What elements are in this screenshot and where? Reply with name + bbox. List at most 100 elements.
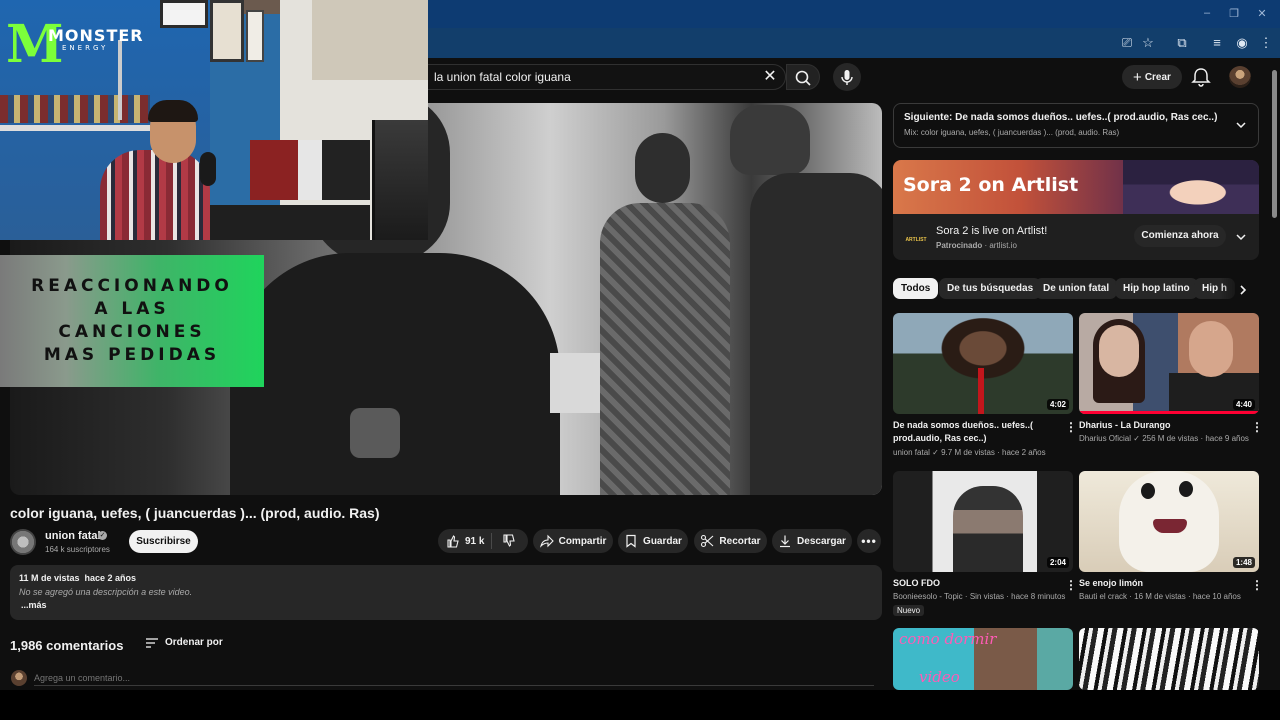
minimize-icon[interactable]: – <box>1200 7 1214 19</box>
menu-icon[interactable]: ⋮ <box>1256 33 1276 53</box>
webcam-curtain <box>312 0 428 80</box>
user-avatar[interactable] <box>1229 66 1251 88</box>
monster-logo-text: MONSTER <box>48 26 144 45</box>
more-vert-icon[interactable]: ⋮ <box>1065 420 1077 434</box>
thumbnail-detail <box>978 368 984 414</box>
commenter-avatar <box>11 670 27 686</box>
chevron-right-icon[interactable] <box>1236 283 1250 297</box>
view-stats: 11 M de vistas hace 2 años <box>19 573 137 583</box>
more-vert-icon[interactable]: ⋮ <box>1251 578 1263 592</box>
ad-artwork <box>1123 160 1259 214</box>
duration-badge: 4:40 <box>1232 399 1255 410</box>
sort-icon[interactable] <box>145 637 159 649</box>
related-thumbnail[interactable] <box>1079 628 1259 690</box>
search-icon <box>795 70 811 86</box>
chip-from-searches[interactable]: De tus búsquedas <box>939 278 1042 299</box>
related-thumbnail[interactable]: como dormir video <box>893 628 1073 690</box>
clip-button[interactable]: Recortar <box>694 529 767 553</box>
thumbnail-detail <box>1179 481 1193 497</box>
up-next-title: Siguiente: De nada somos dueños.. uefes.… <box>904 112 1218 123</box>
reaction-banner: REACCIONANDO A LAS CANCIONES MAS PEDIDAS <box>0 255 264 387</box>
more-vert-icon[interactable]: ⋮ <box>1065 578 1077 592</box>
close-icon[interactable]: ✕ <box>762 68 778 86</box>
more-vert-icon[interactable]: ⋮ <box>1251 420 1263 434</box>
video-frame-figure <box>600 203 730 495</box>
more-actions-button[interactable]: ••• <box>857 529 881 553</box>
thumbnail-detail <box>1153 519 1187 533</box>
ad-domain: artlist.io <box>989 241 1017 250</box>
ad-title: Sora 2 is live on Artlist! <box>936 225 1048 237</box>
related-thumbnail[interactable]: 2:04 <box>893 471 1073 572</box>
related-title[interactable]: SOLO FDO <box>893 577 1058 590</box>
more-horizontal-icon: ••• <box>861 534 877 548</box>
subscribe-button[interactable]: Suscribirse <box>129 530 198 553</box>
up-next-card[interactable] <box>893 103 1259 148</box>
cast-icon[interactable]: ⎚ <box>1117 33 1137 53</box>
media-queue-icon[interactable]: ≡ <box>1207 33 1227 53</box>
webcam-monitor <box>372 120 428 240</box>
banner-line: REACCIONANDO <box>31 276 233 296</box>
mic-icon <box>841 70 853 85</box>
close-icon[interactable]: ✕ <box>1255 7 1269 20</box>
video-frame-figure <box>635 133 690 203</box>
video-frame-cup <box>350 408 400 458</box>
comment-input[interactable] <box>34 671 874 686</box>
related-channel[interactable]: union fatal <box>893 448 930 457</box>
chip-from-channel[interactable]: De union fatal <box>1035 278 1118 299</box>
chip-all[interactable]: Todos <box>893 278 939 299</box>
dislike-button[interactable] <box>499 534 519 548</box>
notifications-button[interactable] <box>1190 64 1212 90</box>
related-channel[interactable]: Boonieesolo - Topic <box>893 592 963 601</box>
channel-avatar[interactable] <box>10 529 36 555</box>
bell-icon <box>1191 68 1211 87</box>
sponsored-ad[interactable]: Sora 2 on Artlist ARTLIST Sora 2 is live… <box>893 160 1259 260</box>
video-frame-figure <box>750 173 882 495</box>
channel-name[interactable]: union fatal <box>45 530 101 542</box>
streamer-shirt <box>100 150 210 240</box>
search-input[interactable] <box>434 68 754 86</box>
share-button[interactable]: Compartir <box>533 529 613 553</box>
star-icon[interactable]: ☆ <box>1138 33 1158 53</box>
voice-search-button[interactable] <box>833 63 861 91</box>
thumbnail-text: video <box>919 668 960 686</box>
bookmark-icon <box>626 534 636 548</box>
new-badge: Nuevo <box>893 605 925 616</box>
download-button[interactable]: Descargar <box>772 529 852 553</box>
search-button[interactable] <box>786 64 820 90</box>
chevron-down-icon[interactable] <box>1234 118 1248 132</box>
profile-icon[interactable]: ◉ <box>1232 33 1252 53</box>
related-title[interactable]: Dharius - La Durango <box>1079 419 1244 432</box>
chip-hip-hop-latino[interactable]: Hip hop latino <box>1115 278 1198 299</box>
webcam-tripod <box>118 40 122 120</box>
related-stats: 9.7 M de vistas · hace 2 años <box>941 448 1046 457</box>
like-count: 91 k <box>465 535 485 547</box>
related-thumbnail[interactable]: 1:48 <box>1079 471 1259 572</box>
download-icon <box>780 535 791 548</box>
webcam-shelf <box>0 125 150 131</box>
comments-count: 1,986 comentarios <box>10 638 124 653</box>
chevron-down-icon[interactable] <box>1234 230 1248 244</box>
related-channel[interactable]: Dharius Oficial <box>1079 434 1131 443</box>
related-thumbnail[interactable]: 4:02 <box>893 313 1073 414</box>
webcam-desk <box>250 140 370 200</box>
description-more-link[interactable]: ...más <box>21 600 47 610</box>
save-button[interactable]: Guardar <box>618 529 688 553</box>
watch-progress-bar <box>1079 411 1259 414</box>
restore-icon[interactable]: ❐ <box>1227 7 1241 20</box>
thumbs-down-icon <box>503 534 515 547</box>
duration-badge: 2:04 <box>1046 557 1069 568</box>
related-thumbnail[interactable]: 4:40 <box>1079 313 1259 414</box>
ad-cta-button[interactable]: Comienza ahora <box>1134 225 1226 247</box>
scrollbar-thumb[interactable] <box>1272 70 1277 218</box>
monster-logo-sub: ENERGY <box>62 44 109 52</box>
extensions-icon[interactable]: ⧉ <box>1172 33 1192 53</box>
webcam-overlay: M MONSTER ENERGY <box>0 0 428 240</box>
related-channel[interactable]: Bauti el crack <box>1079 592 1127 601</box>
sort-button[interactable]: Ordenar por <box>165 637 223 648</box>
wall-frame <box>160 0 208 28</box>
thumbnail-detail <box>1141 483 1155 499</box>
related-title[interactable]: De nada somos dueños.. uefes..( prod.aud… <box>893 419 1058 445</box>
create-button[interactable]: + Crear <box>1122 65 1182 89</box>
monster-logo-icon: M <box>6 14 64 75</box>
related-title[interactable]: Se enojo limón <box>1079 577 1244 590</box>
